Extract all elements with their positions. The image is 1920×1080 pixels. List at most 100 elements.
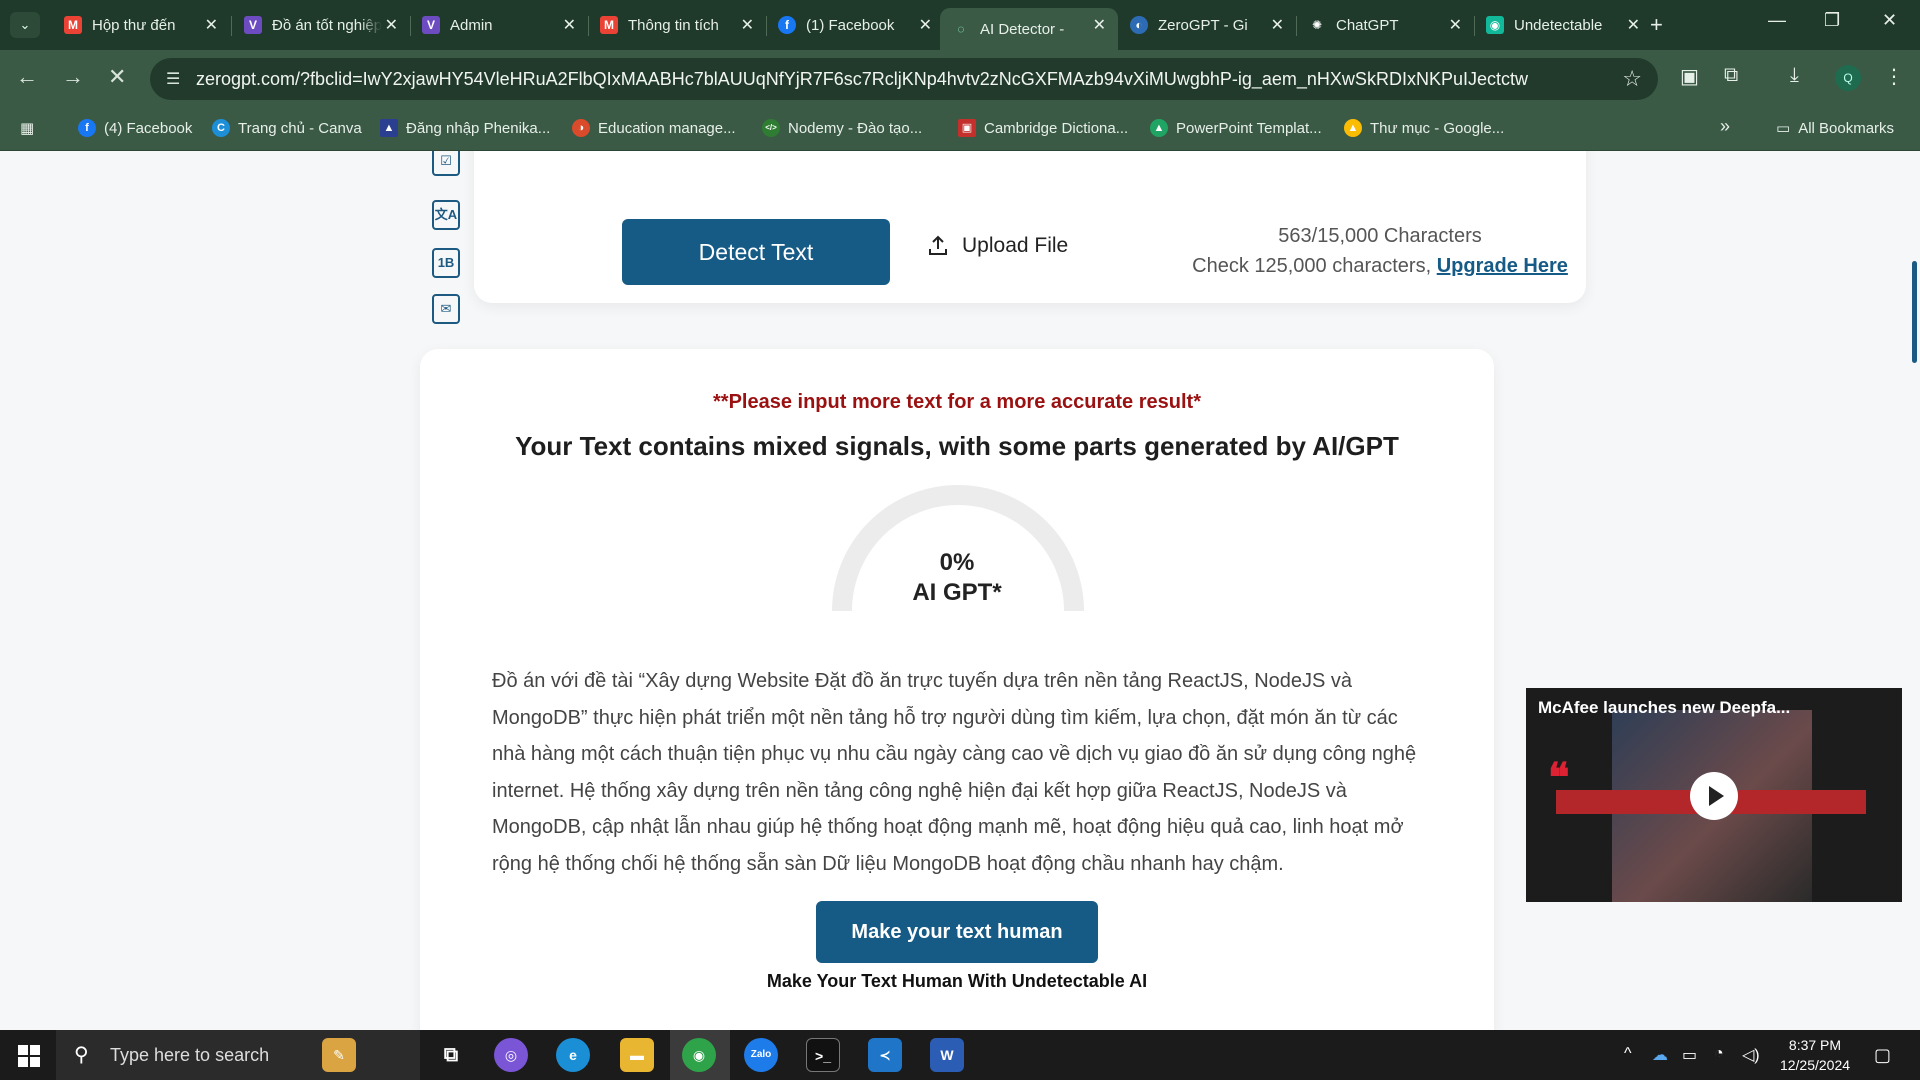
word-icon[interactable]: W	[930, 1038, 964, 1072]
tab-title: Hộp thư đến	[92, 16, 176, 34]
zerogpt-icon: ◐	[1130, 16, 1148, 34]
canva-icon: C	[212, 119, 230, 137]
upload-file-button[interactable]: Upload File	[926, 234, 1068, 258]
upload-label: Upload File	[962, 234, 1069, 257]
bookmark-powerpoint[interactable]: ▲ PowerPoint Templat...	[1150, 119, 1322, 137]
restore-icon[interactable]: ❐	[1824, 10, 1840, 31]
tab-zerogpt[interactable]: ◐ ZeroGPT - Gi ✕	[1118, 8, 1296, 42]
copilot-icon[interactable]: ◎	[494, 1038, 528, 1072]
video-title: McAfee launches new Deepfa...	[1538, 698, 1791, 717]
accuracy-warning: **Please input more text for a more accu…	[713, 391, 1201, 413]
tab-strip: ⌄ M Hộp thư đến ✕ V Đồ án tốt nghiệp ✕ V…	[0, 0, 1920, 50]
search-icon: ⚲	[74, 1044, 89, 1066]
terminal-icon[interactable]: >_	[806, 1038, 840, 1072]
sidepanel-icon[interactable]: ▣	[1680, 64, 1699, 89]
zalo-icon[interactable]: Zalo	[744, 1038, 778, 1072]
windows-start-icon[interactable]	[18, 1045, 40, 1067]
play-button-icon[interactable]	[1690, 772, 1738, 820]
battery-icon[interactable]: ▭	[1682, 1045, 1697, 1065]
tab-do-an[interactable]: V Đồ án tốt nghiệp ✕	[232, 8, 410, 42]
close-tab-icon[interactable]: ✕	[919, 15, 932, 35]
upgrade-link[interactable]: Upgrade Here	[1437, 255, 1568, 277]
chatgpt-icon: ✺	[1311, 18, 1323, 32]
onedrive-icon[interactable]: ☁	[1652, 1045, 1668, 1065]
minimize-icon[interactable]: —	[1768, 10, 1786, 31]
close-tab-icon[interactable]: ✕	[741, 15, 754, 35]
tab-undetectable[interactable]: ◉ Undetectable ✕	[1474, 8, 1652, 42]
bookmark-star-icon[interactable]: ☆	[1622, 66, 1642, 92]
download-icon[interactable]: ⤓	[1790, 64, 1799, 87]
facebook-icon: f	[78, 119, 96, 137]
check-limit-text: Check 125,000 characters,	[1192, 255, 1432, 277]
tab-title: Admin	[450, 16, 493, 34]
tab-search-menu-button[interactable]: ⌄	[10, 12, 40, 38]
show-hidden-icons[interactable]: ^	[1624, 1045, 1632, 1063]
bookmarks-overflow-button[interactable]: »	[1720, 116, 1730, 137]
close-tab-icon[interactable]: ✕	[1627, 15, 1640, 35]
document-check-tool[interactable]: ☑	[426, 151, 466, 179]
video-player[interactable]: ❝ McAfee launches new Deepfa...	[1526, 688, 1902, 902]
close-tab-icon[interactable]: ✕	[563, 15, 576, 35]
bookmark-google-folder[interactable]: ▲ Thư mục - Google...	[1344, 119, 1504, 137]
close-tab-icon[interactable]: ✕	[1271, 15, 1284, 35]
bookmark-education[interactable]: ◑ Education manage...	[572, 119, 736, 137]
edge-icon[interactable]: e	[556, 1038, 590, 1072]
tab-ai-detector-active[interactable]: ◌ AI Detector - ✕	[940, 8, 1118, 50]
vscode-icon[interactable]: ≺	[868, 1038, 902, 1072]
bookmark-label: Cambridge Dictiona...	[984, 119, 1129, 137]
kebab-menu-icon[interactable]: ⋮	[1884, 64, 1904, 89]
bookmark-facebook[interactable]: f (4) Facebook	[78, 119, 192, 137]
close-tab-icon[interactable]: ✕	[385, 15, 398, 35]
detect-text-button[interactable]: Detect Text	[622, 219, 890, 285]
make-text-human-button[interactable]: Make your text human	[816, 901, 1098, 963]
browser-toolbar: ← → ✕ ☰ zerogpt.com/?fbclid=IwY2xjawHY54…	[0, 50, 1920, 107]
profile-avatar[interactable]: Q	[1835, 65, 1861, 91]
volume-icon[interactable]: ◁)	[1742, 1045, 1760, 1065]
chrome-icon[interactable]: ◉	[682, 1038, 716, 1072]
all-bookmarks-button[interactable]: ▭ All Bookmarks	[1776, 119, 1894, 138]
close-tab-icon[interactable]: ✕	[1093, 15, 1106, 35]
site-info-icon[interactable]: ☰	[166, 69, 180, 89]
taskbar-search[interactable]: ⚲ Type here to search	[56, 1030, 420, 1080]
url-text[interactable]: zerogpt.com/?fbclid=IwY2xjawHY54VleHRuA2…	[196, 69, 1528, 90]
tab-admin[interactable]: V Admin ✕	[410, 8, 588, 42]
tab-gmail-inbox[interactable]: M Hộp thư đến ✕	[52, 8, 230, 42]
bookmark-canva[interactable]: C Trang chủ - Canva	[212, 119, 362, 137]
stop-loading-icon[interactable]: ✕	[108, 64, 126, 90]
task-view-icon[interactable]: ⧉	[434, 1038, 468, 1072]
input-card: Detect Text Upload File 563/15,000 Chara…	[474, 151, 1586, 303]
close-window-icon[interactable]: ✕	[1882, 10, 1897, 31]
tab-chatgpt[interactable]: ✺ ChatGPT ✕	[1296, 8, 1474, 42]
upload-icon	[929, 235, 947, 255]
search-highlight-icon[interactable]: ✎	[322, 1038, 356, 1072]
document-check-icon: ☑	[432, 151, 460, 176]
file-explorer-icon[interactable]: ▬	[620, 1038, 654, 1072]
back-arrow-icon[interactable]: ←	[16, 64, 38, 90]
address-bar[interactable]: ☰ zerogpt.com/?fbclid=IwY2xjawHY54VleHRu…	[150, 58, 1658, 100]
bookmark-label: Đăng nhập Phenika...	[406, 119, 551, 137]
extensions-icon[interactable]: ⧉	[1724, 64, 1738, 87]
bookmark-nodemy[interactable]: </> Nodemy - Đào tạo...	[762, 119, 922, 137]
system-clock[interactable]: 8:37 PM 12/25/2024	[1770, 1035, 1860, 1075]
cambridge-icon: ▣	[958, 119, 976, 137]
tab-title: ChatGPT	[1336, 16, 1399, 34]
bookmark-cambridge[interactable]: ▣ Cambridge Dictiona...	[958, 119, 1128, 137]
tab-facebook[interactable]: f (1) Facebook ✕	[766, 8, 944, 42]
wifi-icon[interactable]: ◔	[1714, 1045, 1724, 1063]
forward-arrow-icon[interactable]: →	[62, 64, 84, 90]
summarize-tool[interactable]: 1B	[426, 245, 466, 281]
close-tab-icon[interactable]: ✕	[205, 15, 218, 35]
bookmark-phenikaa[interactable]: ▲ Đăng nhập Phenika...	[380, 119, 550, 137]
character-counter: 563/15,000 Characters Check 125,000 char…	[1180, 221, 1580, 281]
close-tab-icon[interactable]: ✕	[1449, 15, 1462, 35]
email-tool[interactable]: ✉	[426, 291, 466, 327]
new-tab-button[interactable]: +	[1650, 12, 1663, 38]
translate-tool[interactable]: 文A	[426, 197, 466, 233]
gmail-icon: M	[64, 16, 82, 34]
page-scrollbar[interactable]	[1912, 261, 1917, 363]
bookmark-label: PowerPoint Templat...	[1176, 119, 1322, 137]
notification-icon[interactable]: ▢	[1874, 1045, 1891, 1066]
apps-grid-icon[interactable]: ▦	[20, 119, 34, 137]
bookmark-label: Education manage...	[598, 119, 736, 137]
tab-gmail-thong-tin[interactable]: M Thông tin tích ✕	[588, 8, 766, 42]
